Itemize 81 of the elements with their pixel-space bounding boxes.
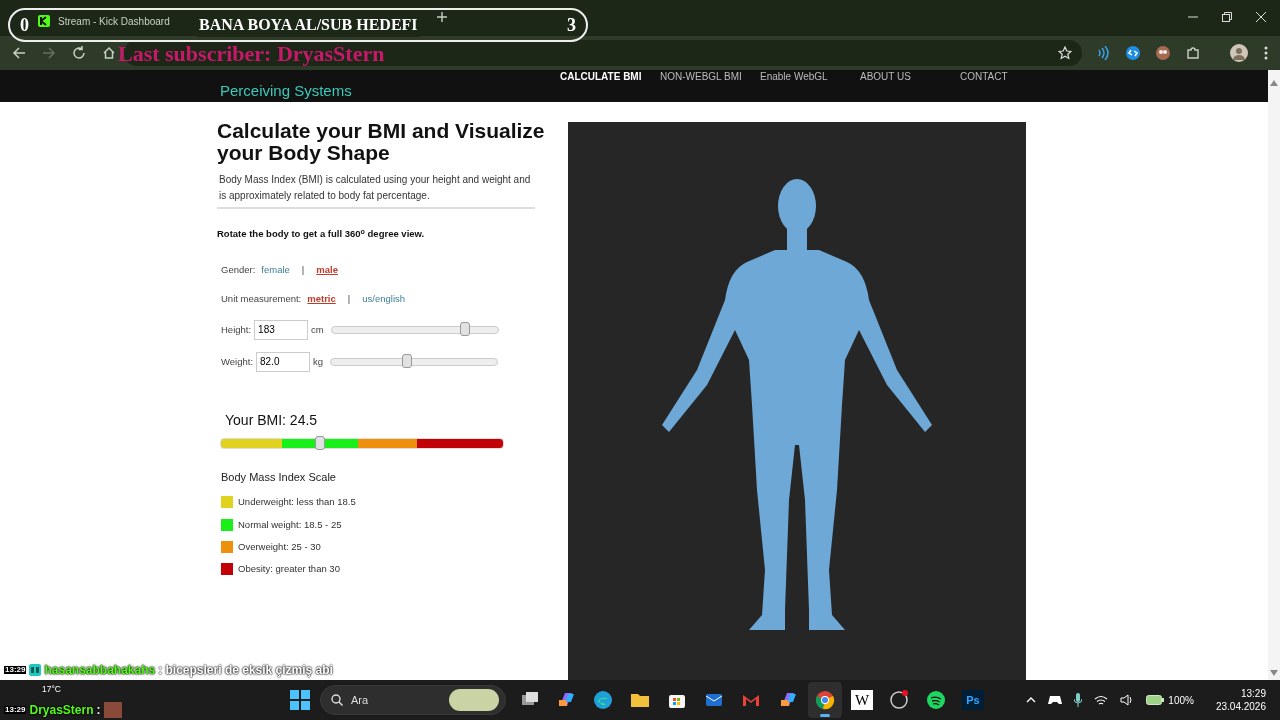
- scale-segment: [221, 438, 282, 448]
- scroll-up-icon[interactable]: [1270, 80, 1278, 86]
- more-menu-icon[interactable]: [1264, 46, 1268, 60]
- slider-track[interactable]: [330, 325, 499, 334]
- option-link[interactable]: metric: [307, 291, 336, 306]
- number-field[interactable]: 183: [254, 319, 309, 340]
- option-link[interactable]: us/english: [362, 291, 406, 306]
- page-heading: Calculate your BMI and Visualize your Body Shape: [217, 120, 546, 165]
- battery-percentage: 100%: [1168, 693, 1194, 708]
- nav-link[interactable]: CALCULATE BMI: [560, 70, 660, 102]
- back-arrow-icon[interactable]: [12, 46, 26, 60]
- reload-icon[interactable]: [72, 46, 86, 60]
- wave-logo-icon[interactable]: [593, 690, 613, 710]
- puzzle-icon[interactable]: [1186, 46, 1200, 60]
- clock-time: 13:29: [1239, 687, 1266, 700]
- number-field[interactable]: 82.0: [256, 351, 311, 372]
- goal-target: 3: [567, 13, 576, 37]
- option-link[interactable]: female: [261, 263, 290, 278]
- legend-label: Normal weight: 18.5 - 25: [238, 517, 342, 532]
- microphone-icon[interactable]: [1074, 693, 1083, 707]
- nav-link[interactable]: ABOUT US: [860, 70, 960, 102]
- unit-text: kg: [313, 354, 324, 369]
- legend-label: Overweight: 25 - 30: [238, 539, 321, 554]
- star-icon[interactable]: [1058, 46, 1072, 60]
- search-placeholder: Ara: [351, 692, 369, 708]
- model-viewer[interactable]: [568, 122, 1026, 680]
- measure-label: Weight:: [221, 354, 254, 369]
- goal-count: 0: [20, 13, 29, 37]
- nav-link[interactable]: CONTACT: [960, 70, 1060, 102]
- extension-logo-icon[interactable]: [1126, 46, 1140, 60]
- taskbar-app[interactable]: W: [845, 682, 879, 718]
- clock-date: 23.04.2026: [1215, 700, 1266, 713]
- start-logo-icon[interactable]: [290, 690, 310, 710]
- rotate-instruction: Rotate the body to get a full 360$^{o}$ degree view.: [217, 227, 426, 242]
- chat-message: :: [96, 704, 101, 716]
- speaker-icon[interactable]: [1120, 694, 1135, 706]
- scrollbar[interactable]: [1268, 70, 1280, 680]
- weather-temperature: 17°C: [42, 683, 61, 696]
- chat-username: hasansabbahakahs: [44, 664, 156, 676]
- sound-waves-icon[interactable]: [1096, 46, 1110, 60]
- separator-text: |: [347, 291, 351, 306]
- close-icon[interactable]: [1256, 12, 1266, 22]
- round-logo-icon[interactable]: [889, 690, 909, 710]
- chat-badge-icon: [29, 664, 42, 676]
- taskbar-app[interactable]: [808, 682, 842, 718]
- measure-label: Height:: [221, 322, 252, 337]
- new-tab-icon[interactable]: [437, 12, 447, 22]
- separator-text: |: [301, 263, 305, 278]
- legend-label: Underweight: less than 18.5: [238, 495, 356, 510]
- scroll-down-icon[interactable]: [1270, 670, 1278, 676]
- last-subscriber-text: Last subscriber: DryasStern: [118, 43, 385, 65]
- bmi-result: Your BMI: 24.5: [225, 410, 319, 430]
- slider-track[interactable]: [330, 357, 499, 366]
- legend-label: Obesity: greater than 30: [238, 562, 340, 577]
- scale-title: Body Mass Index Scale: [220, 469, 337, 485]
- round-logo-icon[interactable]: [926, 690, 946, 710]
- search-icon: [331, 694, 343, 706]
- chat-username: DryasStern: [29, 704, 94, 716]
- intro-paragraph: Body Mass Index (BMI) is calculated using your height and weight and is approximately related to body fat percentage.: [217, 168, 535, 210]
- search-highlight-picture: [449, 689, 499, 711]
- tab-favicon-icon: [38, 15, 50, 27]
- taskbar-app[interactable]: Ps: [956, 682, 990, 718]
- restore-icon[interactable]: [1222, 12, 1232, 22]
- unit-label: Unit measurement:: [221, 291, 302, 306]
- wifi-icon[interactable]: [1094, 694, 1109, 706]
- nav-link[interactable]: NON-WEBGL BMI: [660, 70, 760, 102]
- chat-message: : bicepsleri de eksik çizmiş abi: [158, 664, 333, 676]
- gender-label: Gender:: [221, 263, 256, 278]
- battery-charging-icon: [1146, 695, 1165, 705]
- slider-thumb[interactable]: [402, 353, 413, 368]
- search-field[interactable]: Ara: [320, 685, 506, 715]
- chevron-up-icon[interactable]: [1026, 697, 1037, 703]
- round-logo-icon[interactable]: [815, 690, 835, 710]
- browser-tab[interactable]: Stream - Kick Dashboard: [34, 6, 174, 36]
- profile-avatar-icon[interactable]: [1230, 44, 1248, 62]
- slider-thumb[interactable]: [459, 321, 470, 336]
- nav-link[interactable]: Enable WebGL: [760, 70, 860, 102]
- option-link[interactable]: male: [316, 263, 338, 278]
- home-icon[interactable]: [102, 46, 116, 60]
- unit-text: cm: [311, 322, 324, 337]
- site-tagline: Perceiving Systems: [220, 81, 353, 101]
